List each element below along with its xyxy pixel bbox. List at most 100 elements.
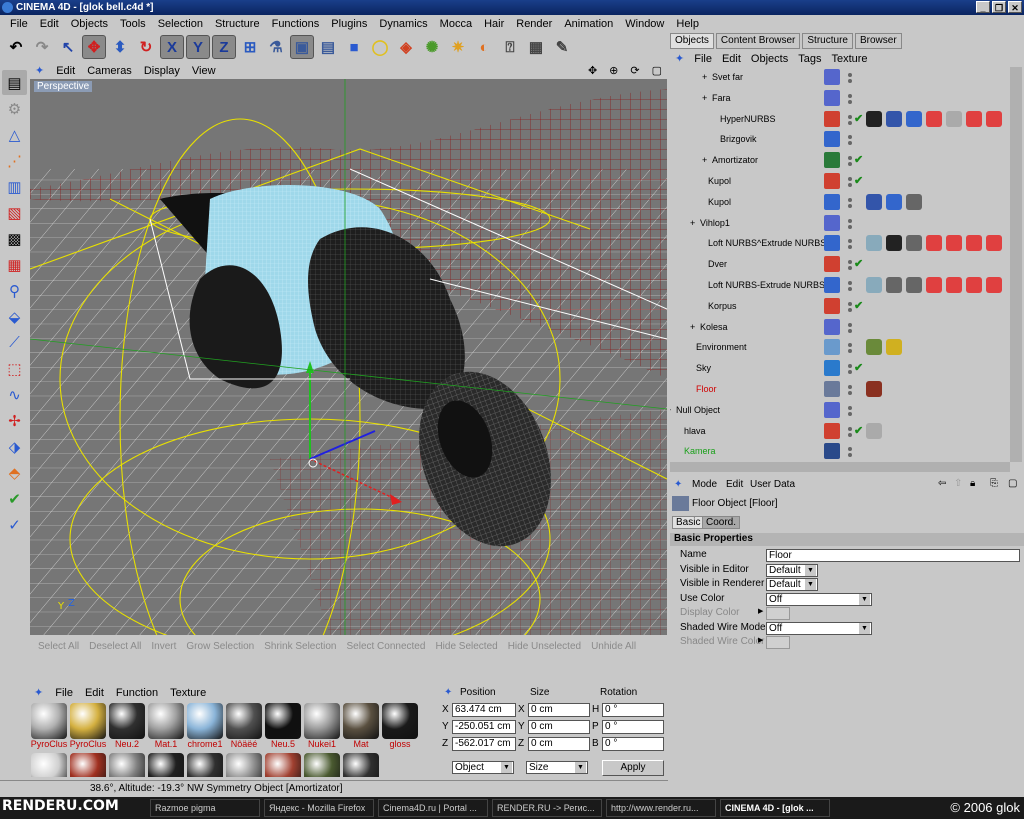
object-name[interactable]: Loft NURBS^Extrude NURBS [708,233,826,253]
enabled-check-icon[interactable]: ✔ [854,150,863,170]
object-tag-icon[interactable] [866,381,882,397]
render-view-icon[interactable]: ⍰ [498,35,522,59]
expand-arrow-icon[interactable]: ▶ [758,607,763,615]
render-visibility-dot[interactable] [848,141,852,146]
object-pin-icon[interactable]: ✦ [670,52,689,65]
enabled-check-icon[interactable]: ✔ [854,109,863,129]
object-tag-icon[interactable] [886,193,902,210]
lock-icon[interactable]: 🔒︎ [970,478,975,489]
object-row[interactable]: + Amortizator ✔ [670,150,1010,170]
scale-icon[interactable]: ⬍ [108,35,132,59]
object-tag-icon[interactable] [966,277,982,293]
render-picture-icon[interactable]: ✎ [550,35,574,59]
render-visibility-dot[interactable] [848,266,852,271]
position-field[interactable]: -562.017 cm [452,737,516,751]
object-name[interactable]: Null Object [676,400,720,420]
material-swatch[interactable]: PyroClus [30,703,68,753]
material-swatch[interactable] [147,753,185,777]
material-swatch[interactable] [342,753,380,777]
material-swatch[interactable] [69,753,107,777]
sculpt-icon[interactable]: ✓ [2,512,27,537]
object-tag-icon[interactable] [966,235,982,252]
attr-menu-user-data[interactable]: User Data [750,479,795,490]
object-menu-texture[interactable]: Texture [826,53,872,65]
editor-visibility-dot[interactable] [848,135,852,140]
object-row[interactable]: + Fara [670,88,1010,108]
object-row[interactable]: + Kolesa [670,317,1010,337]
taskbar-item[interactable]: CINEMA 4D - [glok ... [720,799,830,817]
object-name[interactable]: Kamera [684,441,716,461]
attr-select[interactable]: Default [766,563,818,577]
object-name[interactable]: HyperNURBS [720,109,776,129]
polygons-mode-icon[interactable]: ⋰ [2,148,27,173]
object-menu-objects[interactable]: Objects [746,53,793,65]
object-name[interactable]: Kupol [708,171,731,191]
editor-visibility-dot[interactable] [848,447,852,452]
restore-button[interactable]: ❐ [992,1,1006,13]
viewport-maximize-icon[interactable]: ▢ [646,64,668,77]
editor-visibility-dot[interactable] [848,114,852,119]
nurbs-icon[interactable]: ◈ [394,35,418,59]
menu-file[interactable]: File [4,18,34,30]
maximize-icon[interactable]: ▢ [1008,478,1017,489]
object-tag-icon[interactable] [866,339,882,356]
object-name[interactable]: Dver [708,254,727,274]
smooth-icon[interactable]: ✔ [2,486,27,511]
light-icon[interactable]: ✷ [446,35,470,59]
object-name[interactable]: Amortizator [712,150,758,170]
editor-visibility-dot[interactable] [848,281,852,285]
spline-icon[interactable]: ◯ [368,35,392,59]
select-arrow-icon[interactable]: ↖ [56,35,80,59]
points-mode-icon[interactable]: ⚙ [2,96,27,121]
bridge-icon[interactable]: ⬚ [2,356,27,381]
unhide-all-button[interactable]: Unhide All [591,641,636,652]
taskbar-item[interactable]: http://www.render.ru... [606,799,716,817]
object-name[interactable]: Kolesa [700,317,728,337]
material-menu-texture[interactable]: Texture [164,687,212,699]
editor-visibility-dot[interactable] [848,218,852,223]
object-name[interactable]: Loft NURBS-Extrude NURBS [708,275,825,295]
name-field[interactable]: Floor [766,549,1020,562]
menu-animation[interactable]: Animation [558,18,619,30]
grow-selection-button[interactable]: Grow Selection [186,641,254,652]
menu-edit[interactable]: Edit [34,18,65,30]
object-tag-icon[interactable] [966,110,982,127]
editor-visibility-dot[interactable] [848,322,852,327]
tab-objects[interactable]: Objects [670,33,714,49]
size-field[interactable]: 0 cm [528,737,590,751]
render-visibility-dot[interactable] [848,453,852,458]
object-tag-icon[interactable] [866,422,882,439]
perspective-viewport[interactable]: Y Z Perspective [30,79,667,635]
editor-visibility-dot[interactable] [848,197,852,202]
object-tag-icon[interactable] [906,110,922,127]
object-name[interactable]: Floor [696,379,717,399]
object-row[interactable]: Sky ✔ [670,358,1010,378]
object-name[interactable]: Korpus [708,296,737,316]
material-menu-function[interactable]: Function [110,687,164,699]
object-scrollbar[interactable] [1010,67,1022,462]
attr-menu-mode[interactable]: Mode [692,479,717,490]
size-field[interactable]: 0 cm [528,720,590,734]
attr-select[interactable]: Default [766,578,818,591]
menu-plugins[interactable]: Plugins [325,18,373,30]
render-visibility-dot[interactable] [848,370,852,375]
hide-unselected-button[interactable]: Hide Unselected [508,641,581,652]
object-tag-icon[interactable] [986,110,1002,127]
checker-icon[interactable]: ▩ [2,226,27,251]
select-connected-button[interactable]: Select Connected [346,641,425,652]
object-tag-icon[interactable] [866,110,882,127]
object-tag-icon[interactable] [906,235,922,252]
position-field[interactable]: -250.051 cm [452,720,516,734]
object-mode-icon[interactable]: ▣ [290,35,314,59]
editor-visibility-dot[interactable] [848,93,852,98]
coord-system-icon[interactable]: ⊞ [238,35,262,59]
object-hscrollbar[interactable] [670,462,1010,472]
magnet-icon[interactable]: ⬙ [2,304,27,329]
material-menu-file[interactable]: File [49,687,79,699]
object-name[interactable]: hlava [684,421,706,441]
shrink-selection-button[interactable]: Shrink Selection [264,641,336,652]
enabled-check-icon[interactable]: ✔ [854,254,863,274]
editor-visibility-dot[interactable] [848,405,852,410]
viewport-rotate-icon[interactable]: ⟳ [624,64,645,77]
editor-visibility-dot[interactable] [848,177,852,181]
